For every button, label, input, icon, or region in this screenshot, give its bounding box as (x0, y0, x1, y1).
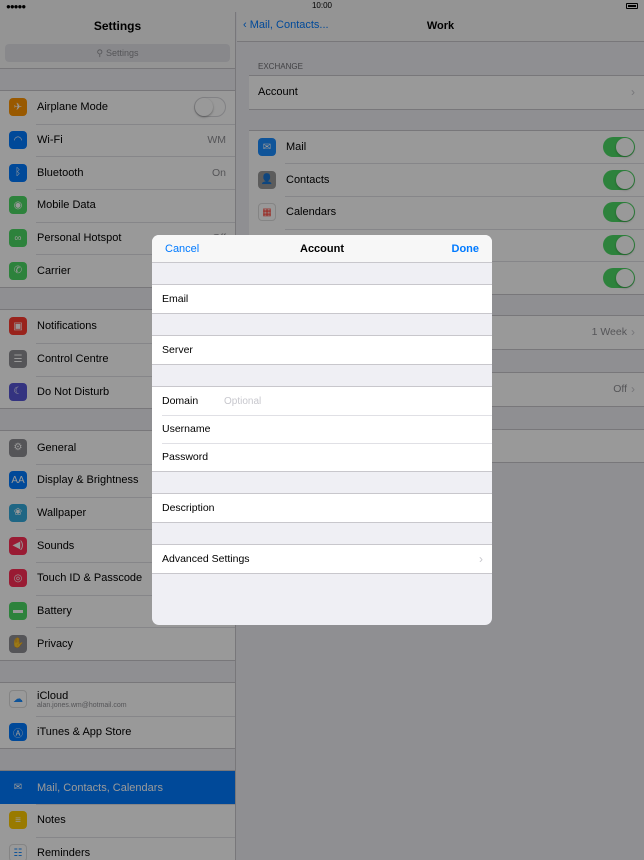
server-field[interactable]: Server (152, 336, 492, 364)
modal-title: Account (300, 243, 344, 255)
chevron-right-icon: › (479, 552, 483, 566)
account-modal: Cancel Account Done Email Server Domain … (152, 235, 492, 625)
server-label: Server (162, 344, 193, 356)
domain-placeholder: Optional (224, 395, 262, 407)
username-field[interactable]: Username (152, 415, 492, 443)
description-field[interactable]: Description (152, 494, 492, 522)
domain-field[interactable]: Domain Optional (152, 387, 492, 415)
username-label: Username (162, 423, 211, 435)
email-label: Email (162, 293, 189, 305)
modal-navbar: Cancel Account Done (152, 235, 492, 263)
email-field[interactable]: Email (152, 285, 492, 313)
password-label: Password (162, 451, 209, 463)
description-label: Description (162, 502, 215, 514)
domain-label: Domain (162, 395, 199, 407)
advanced-settings-label: Advanced Settings (162, 553, 250, 565)
advanced-settings-row[interactable]: Advanced Settings › (152, 545, 492, 573)
done-button[interactable]: Done (452, 243, 480, 255)
password-field[interactable]: Password (152, 443, 492, 471)
